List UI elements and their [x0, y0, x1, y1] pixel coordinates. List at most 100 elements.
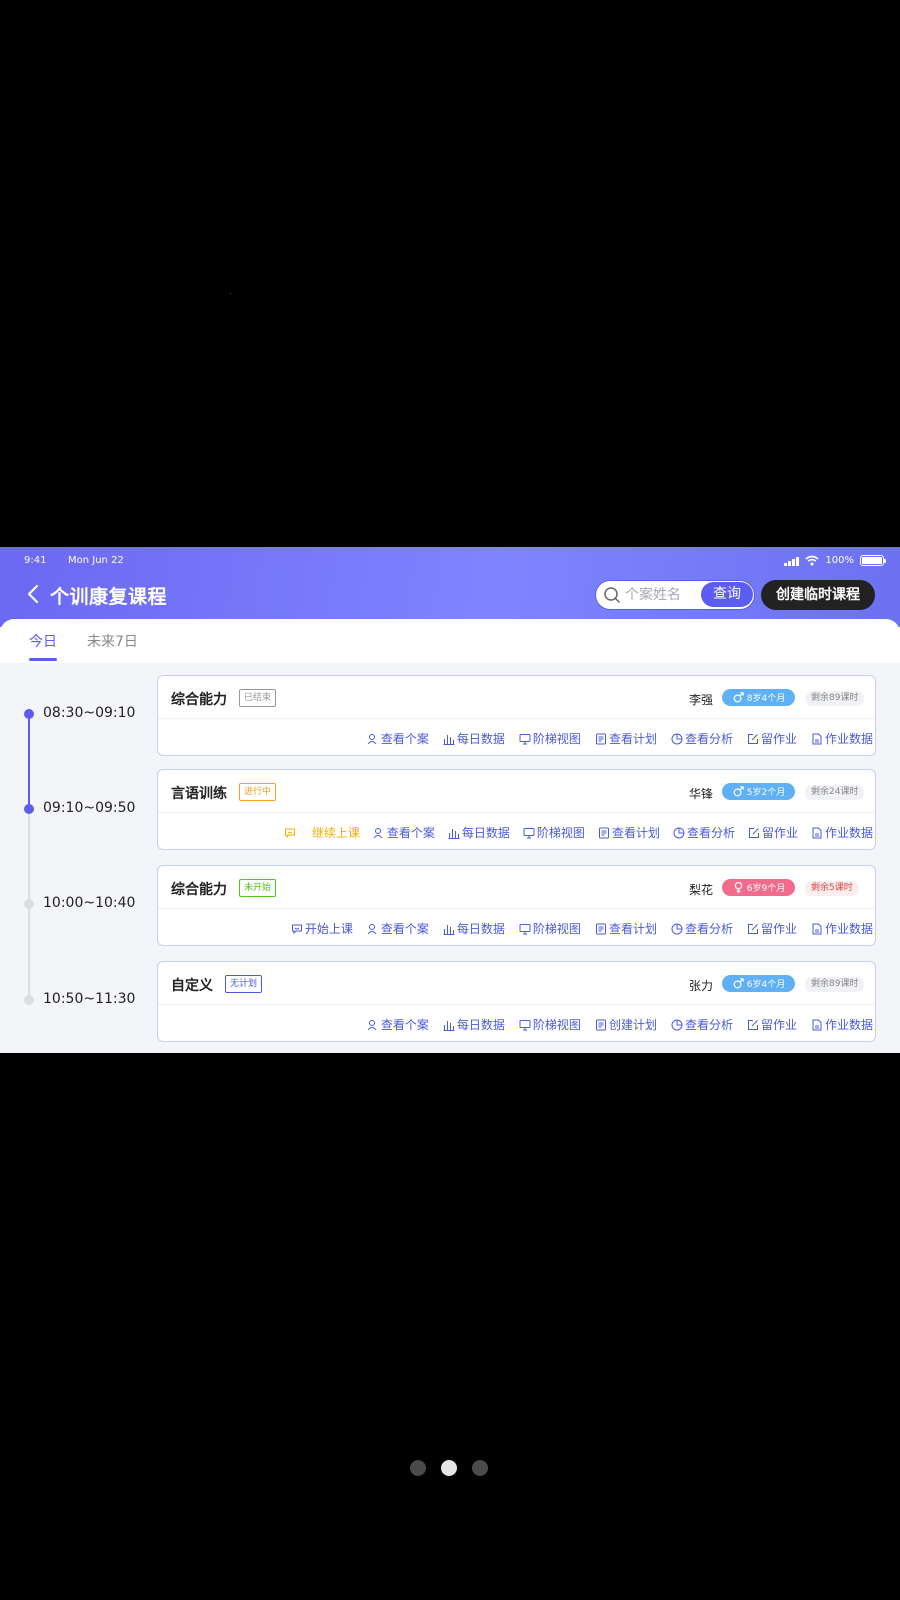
daily-data-button[interactable]: 每日数据	[448, 824, 510, 841]
action-label: 留作业	[760, 1018, 797, 1032]
ladder-view-button[interactable]: 阶梯视图	[523, 824, 585, 841]
action-label: 作业数据	[824, 1018, 873, 1032]
start-class-button[interactable]: 开始上课	[291, 920, 353, 937]
page-indicator	[410, 1460, 488, 1476]
action-label: 每日数据	[461, 826, 510, 840]
timeline-dot	[24, 995, 34, 1005]
ladder-view-button[interactable]: 阶梯视图	[519, 730, 581, 747]
course-name: 言语训练	[171, 786, 227, 802]
document-icon	[595, 733, 606, 744]
status-time: 9:41	[24, 555, 47, 566]
daily-data-button[interactable]: 每日数据	[443, 730, 505, 747]
edit-icon	[747, 1019, 758, 1030]
page-dot[interactable]	[472, 1460, 488, 1476]
female-icon	[734, 881, 743, 894]
view-analysis-button[interactable]: 查看分析	[671, 1016, 733, 1033]
age-badge: 6岁9个月	[722, 879, 795, 896]
chat-bubble-icon	[291, 924, 302, 934]
action-label: 查看个案	[380, 922, 429, 936]
view-case-button[interactable]: 查看个案	[367, 730, 429, 747]
tab-today[interactable]: 今日	[29, 631, 57, 661]
homework-data-button[interactable]: 作业数据	[811, 824, 873, 841]
homework-data-button[interactable]: 作业数据	[811, 730, 873, 747]
view-case-button[interactable]: 查看个案	[373, 824, 435, 841]
create-plan-button[interactable]: 创建计划	[595, 1016, 657, 1033]
ladder-view-button[interactable]: 阶梯视图	[519, 1016, 581, 1033]
student-name: 华锋	[689, 787, 714, 801]
status-badge: 已结束	[239, 689, 277, 707]
view-case-button[interactable]: 查看个案	[367, 1016, 429, 1033]
screen-speck	[230, 293, 231, 294]
assign-homework-button[interactable]: 留作业	[747, 920, 797, 937]
user-icon	[373, 827, 383, 838]
daily-data-button[interactable]: 每日数据	[443, 1016, 505, 1033]
monitor-icon	[523, 827, 535, 838]
action-label: 作业数据	[824, 732, 873, 746]
homework-data-button[interactable]: 作业数据	[811, 1016, 873, 1033]
tab-bar: 今日 未来7日	[0, 619, 900, 663]
action-label: 查看个案	[380, 732, 429, 746]
student-name: 李强	[689, 693, 714, 707]
action-label: 作业数据	[824, 826, 873, 840]
app-screen: 9:41 Mon Jun 22 100% 个训康复课程 个案姓名 查询 创建临时…	[0, 547, 900, 1053]
homework-data-button[interactable]: 作业数据	[811, 920, 873, 937]
action-bar: 查看个案 每日数据 阶梯视图 查看计划 查看分析 留作业 作业数据	[367, 730, 873, 747]
search-input[interactable]	[625, 587, 707, 603]
daily-data-button[interactable]: 每日数据	[443, 920, 505, 937]
age-badge: 6岁4个月	[722, 975, 795, 992]
action-bar: 开始上课 查看个案 每日数据 阶梯视图 查看计划 查看分析 留作业 作业数据	[291, 920, 873, 937]
session-time: 08:30~09:10	[43, 705, 136, 721]
student-name: 梨花	[689, 883, 714, 897]
course-name: 自定义	[171, 978, 213, 994]
document-icon	[595, 1019, 606, 1030]
age-text: 6岁9个月	[746, 884, 786, 894]
assign-homework-button[interactable]: 留作业	[747, 1016, 797, 1033]
session-card: 综合能力 已结束 李强 8岁4个月 剩余89课时 查看个案 每日数据 阶梯视图 …	[157, 675, 876, 756]
bar-chart-icon	[448, 828, 460, 839]
tab-next-7-days[interactable]: 未来7日	[87, 631, 138, 651]
continue-class-button[interactable]: 继续上课	[284, 824, 360, 841]
search-button[interactable]: 查询	[701, 582, 753, 607]
student-name: 张力	[689, 979, 714, 993]
age-text: 5岁2个月	[746, 788, 786, 798]
pie-chart-icon	[671, 923, 683, 934]
view-analysis-button[interactable]: 查看分析	[671, 730, 733, 747]
action-label: 查看个案	[386, 826, 435, 840]
monitor-icon	[519, 733, 531, 744]
bar-chart-icon	[443, 734, 455, 745]
session-card: 自定义 无计划 张力 6岁4个月 剩余89课时 查看个案 每日数据 阶梯视图 创…	[157, 961, 876, 1042]
page-dot[interactable]	[410, 1460, 426, 1476]
monitor-icon	[519, 923, 531, 934]
action-bar: 查看个案 每日数据 阶梯视图 创建计划 查看分析 留作业 作业数据	[367, 1016, 873, 1033]
page-dot-current[interactable]	[441, 1460, 457, 1476]
user-icon	[367, 733, 377, 744]
action-label: 查看分析	[684, 1018, 733, 1032]
timeline-dot	[24, 899, 34, 909]
timeline-progress	[28, 714, 30, 810]
course-name: 综合能力	[171, 692, 227, 708]
header: 9:41 Mon Jun 22 100% 个训康复课程 个案姓名 查询 创建临时…	[0, 547, 900, 627]
action-label: 每日数据	[456, 732, 505, 746]
view-analysis-button[interactable]: 查看分析	[673, 824, 735, 841]
file-icon	[812, 827, 822, 838]
ladder-view-button[interactable]: 阶梯视图	[519, 920, 581, 937]
back-arrow-icon[interactable]	[24, 583, 44, 605]
session-time: 10:50~11:30	[43, 991, 136, 1007]
file-icon	[812, 733, 822, 744]
view-case-button[interactable]: 查看个案	[367, 920, 429, 937]
assign-homework-button[interactable]: 留作业	[748, 824, 798, 841]
age-badge: 8岁4个月	[722, 689, 795, 706]
view-plan-button[interactable]: 查看计划	[595, 920, 657, 937]
action-label: 每日数据	[456, 922, 505, 936]
create-temp-course-button[interactable]: 创建临时课程	[761, 580, 875, 610]
assign-homework-button[interactable]: 留作业	[747, 730, 797, 747]
view-plan-button[interactable]: 查看计划	[595, 730, 657, 747]
battery-icon	[860, 555, 886, 566]
status-date: Mon Jun 22	[68, 555, 124, 566]
search-icon	[604, 587, 620, 603]
male-icon	[733, 978, 744, 989]
action-label: 创建计划	[608, 1018, 657, 1032]
file-icon	[812, 923, 822, 934]
view-plan-button[interactable]: 查看计划	[598, 824, 660, 841]
view-analysis-button[interactable]: 查看分析	[671, 920, 733, 937]
